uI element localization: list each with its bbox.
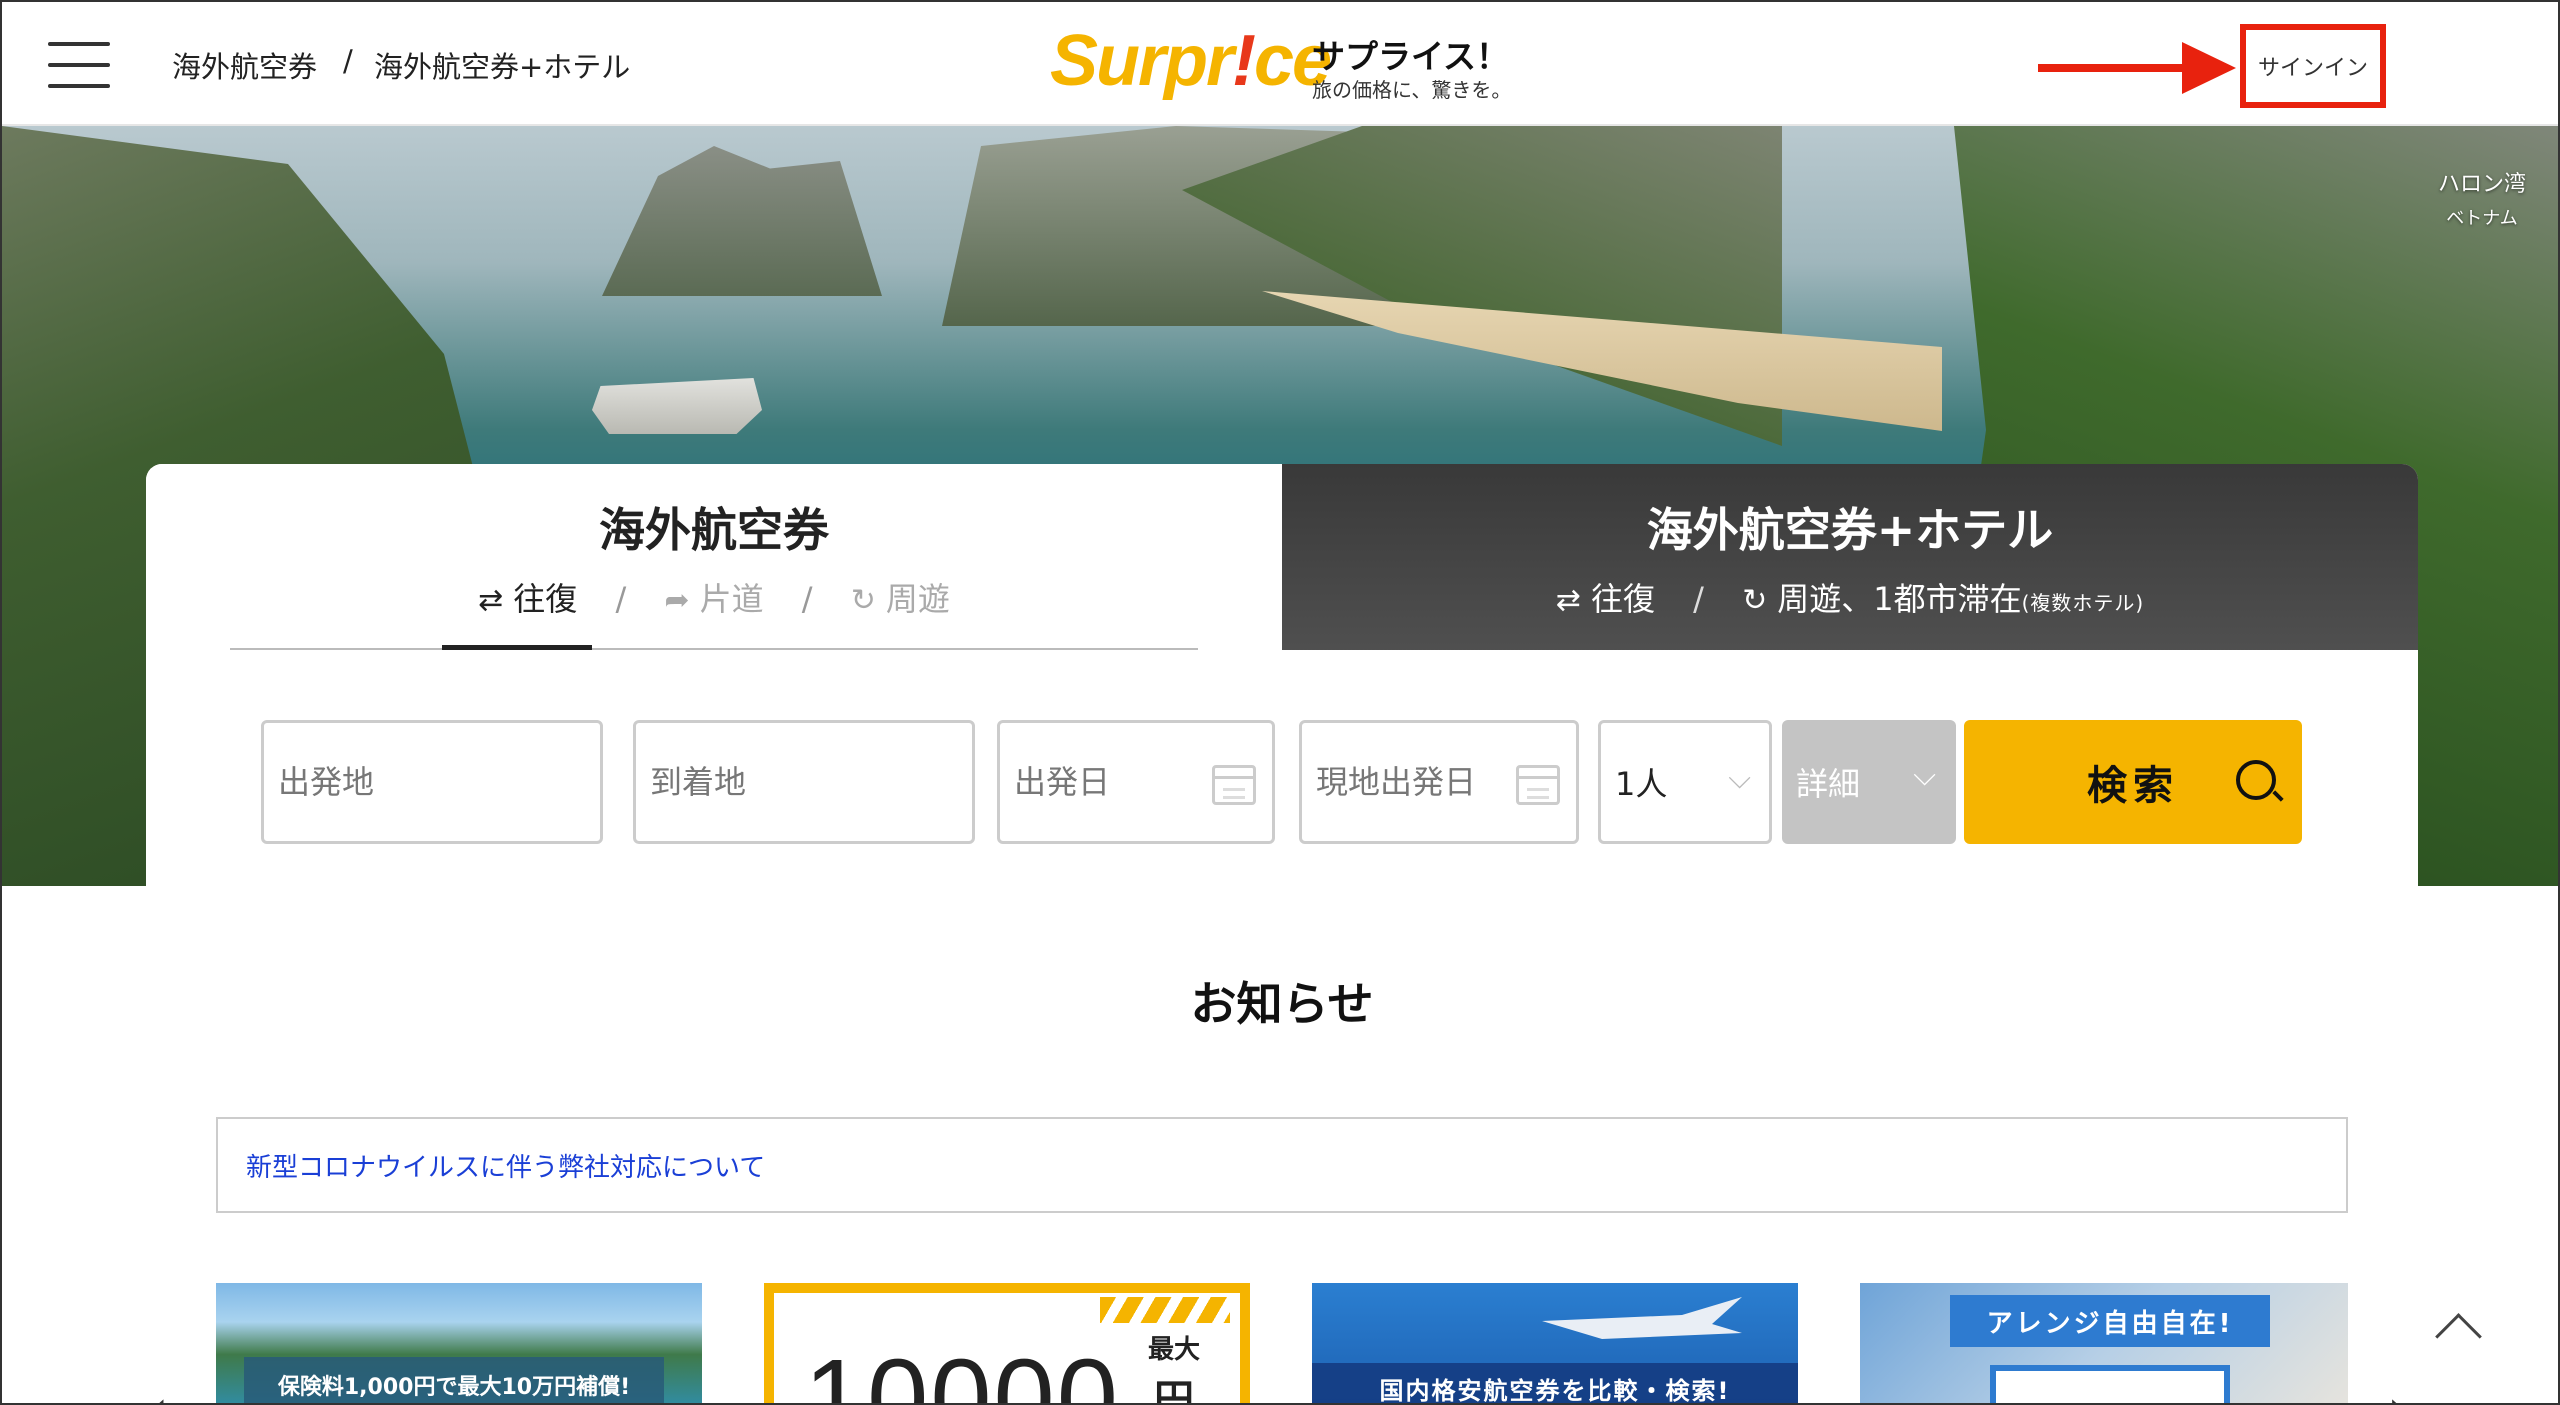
banner-text: アレンジ自由自在! (1950, 1295, 2270, 1347)
banner-text: 保険料1,000円で最大10万円補償! (244, 1357, 664, 1403)
one-way-icon: ➦ (664, 583, 690, 618)
subtab-note: (複数ホテル) (2021, 591, 2145, 615)
departure-input[interactable] (278, 763, 600, 801)
hamburger-menu-icon[interactable] (48, 42, 110, 88)
subtab-separator: / (801, 580, 813, 618)
subtab-one-way[interactable]: ➦ 片道 (664, 574, 763, 620)
hero-cliff (602, 146, 882, 296)
subtab-round-trip[interactable]: ⇄ 往復 (478, 574, 577, 620)
nav-separator: / (343, 44, 353, 78)
search-form: 1人 ⌵ 詳細 ⌵ 検索 (146, 720, 2418, 844)
subtab-label: 片道 (699, 580, 764, 618)
subtab-label: 周遊、1都市滞在 (1777, 580, 2022, 618)
banner-text: 国内格安航空券を比較・検索! (1312, 1363, 1798, 1403)
calendar-icon[interactable] (1516, 765, 1560, 805)
site-header: 海外航空券 / 海外航空券+ホテル Surpr!ce サプライス！ 旅の価格に、… (2, 2, 2558, 126)
return-date-field[interactable] (1299, 720, 1579, 844)
news-list: 新型コロナウイルスに伴う弊社対応について (216, 1117, 2348, 1213)
banner-stripes (1100, 1297, 1230, 1323)
subtab-package-round-trip[interactable]: ⇄ 往復 (1556, 574, 1655, 620)
banner-card-insurance[interactable]: 保険料1,000円で最大10万円補償! (216, 1283, 702, 1403)
banner-graphic (1990, 1365, 2230, 1403)
site-logo[interactable]: Surpr!ce (1050, 20, 1332, 102)
banner-card-discount[interactable]: 10000 最大 円 (764, 1283, 1250, 1405)
banner-card-domestic-flights[interactable]: 国内格安航空券を比較・検索! (1312, 1283, 1798, 1403)
passengers-select[interactable]: 1人 ⌵ (1598, 720, 1772, 844)
carousel-prev-icon[interactable]: ‹ (150, 1382, 168, 1403)
page-frame: 海外航空券 / 海外航空券+ホテル Surpr!ce サプライス！ 旅の価格に、… (0, 0, 2560, 1405)
detail-options-button[interactable]: 詳細 ⌵ (1782, 720, 1956, 844)
signin-button[interactable]: サインイン (2240, 24, 2386, 108)
annotation-arrow-icon (2038, 64, 2188, 72)
tab-title: 海外航空券+ホテル (1646, 503, 2054, 557)
arrival-field[interactable] (633, 720, 975, 844)
nav-link-overseas-flights[interactable]: 海外航空券 (172, 44, 317, 86)
chevron-down-icon: ⌵ (1913, 758, 1936, 793)
banner-number: 10000 (804, 1337, 1120, 1405)
subtab-multi-city[interactable]: ↻ 周遊 (851, 574, 950, 620)
package-type-tabs: ⇄ 往復 / ↻ 周遊、1都市滞在(複数ホテル) (1282, 574, 2418, 620)
round-trip-icon: ⇄ (1555, 583, 1581, 618)
active-subtab-indicator (442, 645, 592, 650)
banner-yen-label: 円 (1154, 1377, 1194, 1405)
hero-caption: ハロン湾 ベトナム (2438, 166, 2526, 230)
nav-link-flights-hotel[interactable]: 海外航空券+ホテル (374, 44, 630, 86)
tab-title: 海外航空券 (599, 503, 829, 557)
tab-overseas-flights[interactable]: 海外航空券 ⇄ 往復 / ➦ 片道 / ↻ 周遊 (146, 464, 1282, 650)
banner-max-label: 最大 (1147, 1335, 1200, 1365)
tab-underline (230, 648, 1198, 650)
hero-caption-country: ベトナム (2446, 208, 2518, 229)
departure-field[interactable] (261, 720, 603, 844)
subtab-separator: / (615, 580, 627, 618)
carousel-next-icon[interactable]: › (2388, 1382, 2406, 1403)
tab-flights-hotel[interactable]: 海外航空券+ホテル ⇄ 往復 / ↻ 周遊、1都市滞在(複数ホテル) (1282, 464, 2418, 650)
annotation-arrowhead-icon (2182, 42, 2236, 94)
detail-label: 詳細 (1796, 765, 1861, 803)
calendar-icon[interactable] (1212, 765, 1256, 805)
news-heading: お知らせ (1190, 977, 1374, 1031)
hero-boat (592, 378, 762, 434)
search-label: 検索 (2087, 763, 2179, 809)
brand-tagline: 旅の価格に、驚きを。 (1312, 78, 1512, 102)
depart-date-field[interactable] (997, 720, 1275, 844)
news-item-link[interactable]: 新型コロナウイルスに伴う弊社対応について (246, 1147, 765, 1184)
subtab-label: 周遊 (885, 580, 950, 618)
chevron-down-icon: ⌵ (1728, 761, 1751, 796)
multi-city-icon: ↻ (850, 583, 876, 618)
brand-title: サプライス！ (1312, 37, 1510, 76)
multi-city-icon: ↻ (1742, 583, 1768, 618)
search-icon (2236, 760, 2276, 800)
round-trip-icon: ⇄ (478, 583, 504, 618)
subtab-separator: / (1693, 580, 1704, 618)
subtab-label: 往復 (513, 580, 578, 618)
trip-type-tabs: ⇄ 往復 / ➦ 片道 / ↻ 周遊 (146, 574, 1282, 620)
search-button[interactable]: 検索 (1964, 720, 2302, 844)
search-panel: 海外航空券 ⇄ 往復 / ➦ 片道 / ↻ 周遊 海外航空券+ホテル ⇄ 往復 / ↻ 周… (146, 464, 2418, 886)
passengers-value: 1人 (1615, 765, 1668, 803)
scroll-to-top-icon[interactable] (2434, 1312, 2484, 1342)
subtab-package-multi-city[interactable]: ↻ 周遊、1都市滞在(複数ホテル) (1742, 574, 2144, 620)
airplane-icon (1542, 1297, 1742, 1339)
hero-caption-place: ハロン湾 (2437, 172, 2526, 197)
banner-card-arrange[interactable]: アレンジ自由自在! (1860, 1283, 2348, 1403)
subtab-label: 往復 (1590, 580, 1655, 618)
arrival-input[interactable] (650, 763, 972, 801)
